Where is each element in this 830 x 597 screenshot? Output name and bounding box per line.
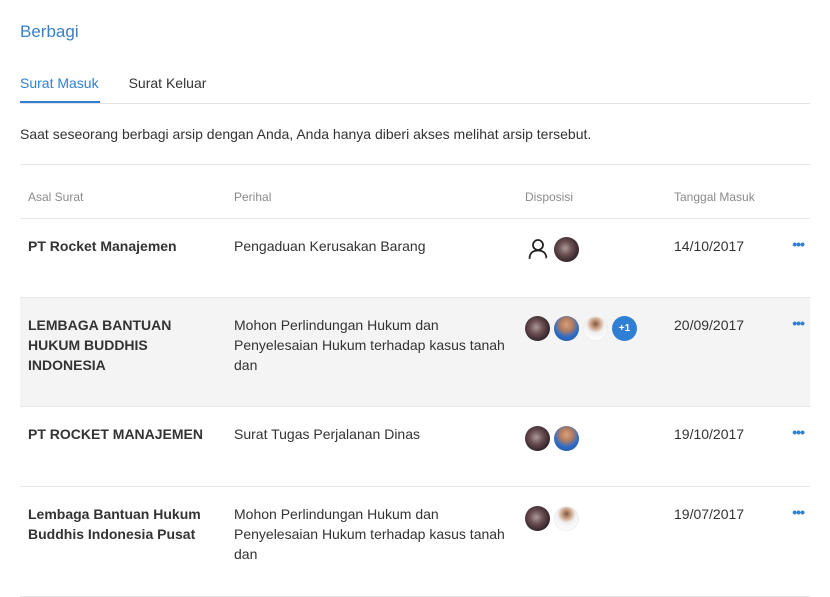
user-avatar[interactable]: [554, 315, 579, 341]
tab-bar: Surat Masuk Surat Keluar: [20, 73, 810, 104]
perihal-cell: Surat Tugas Perjalanan Dinas: [223, 406, 512, 487]
column-header-asal-surat: Asal Surat: [20, 165, 223, 219]
tab-surat-masuk[interactable]: Surat Masuk: [20, 73, 100, 103]
more-options-button[interactable]: •••: [792, 315, 805, 331]
tanggal-masuk-cell: 19/07/2017: [662, 486, 780, 597]
user-avatar[interactable]: [583, 315, 608, 341]
more-users-badge[interactable]: +1: [612, 315, 637, 341]
tanggal-masuk-cell: 19/10/2017: [662, 406, 780, 487]
perihal-cell: Mohon Perlindungan Hukum dan Penyelesaia…: [223, 297, 512, 407]
disposisi-avatars: [525, 425, 662, 451]
disposisi-cell: [512, 486, 662, 597]
table-row[interactable]: PT ROCKET MANAJEMEN Surat Tugas Perjalan…: [20, 406, 810, 487]
table-row[interactable]: Lembaga Bantuan Hukum Buddhis Indonesia …: [20, 486, 810, 597]
disposisi-avatars: [525, 236, 662, 262]
asal-surat-cell: PT ROCKET MANAJEMEN: [20, 406, 223, 487]
user-avatar[interactable]: [525, 425, 550, 451]
perihal-cell: Pengaduan Kerusakan Barang: [223, 218, 512, 298]
letters-table: Asal Surat Perihal Disposisi Tanggal Mas…: [20, 165, 810, 597]
tanggal-masuk-cell: 14/10/2017: [662, 218, 780, 298]
user-avatar[interactable]: [554, 236, 579, 262]
row-actions-cell: •••: [780, 218, 810, 298]
disposisi-cell: [512, 218, 662, 298]
table-header-row: Asal Surat Perihal Disposisi Tanggal Mas…: [20, 165, 810, 219]
table-row[interactable]: PT Rocket Manajemen Pengaduan Kerusakan …: [20, 218, 810, 298]
asal-surat-cell: Lembaga Bantuan Hukum Buddhis Indonesia …: [20, 486, 223, 597]
row-actions-cell: •••: [780, 297, 810, 407]
user-avatar[interactable]: [525, 315, 550, 341]
table-row[interactable]: LEMBAGA BANTUAN HUKUM BUDDHIS INDONESIA …: [20, 297, 810, 407]
page-title: Berbagi: [20, 22, 79, 41]
perihal-cell: Mohon Perlindungan Hukum dan Penyelesaia…: [223, 486, 512, 597]
more-options-button[interactable]: •••: [792, 504, 805, 520]
info-notice: Saat seseorang berbagi arsip dengan Anda…: [20, 104, 810, 165]
person-icon[interactable]: [525, 237, 550, 262]
asal-surat-cell: PT Rocket Manajemen: [20, 218, 223, 298]
tab-surat-keluar[interactable]: Surat Keluar: [129, 73, 207, 100]
disposisi-avatars: [525, 505, 662, 531]
user-avatar[interactable]: [554, 425, 579, 451]
disposisi-cell: +1: [512, 297, 662, 407]
shared-letters-page: Berbagi Surat Masuk Surat Keluar Saat se…: [0, 0, 830, 597]
more-options-button[interactable]: •••: [792, 424, 805, 440]
user-avatar[interactable]: [525, 505, 550, 531]
row-actions-cell: •••: [780, 486, 810, 597]
tanggal-masuk-cell: 20/09/2017: [662, 297, 780, 407]
column-header-tanggal-masuk: Tanggal Masuk: [662, 165, 780, 219]
more-options-button[interactable]: •••: [792, 236, 805, 252]
row-actions-cell: •••: [780, 406, 810, 487]
user-avatar[interactable]: [554, 505, 579, 531]
disposisi-cell: [512, 406, 662, 487]
disposisi-avatars: +1: [525, 315, 662, 341]
column-header-perihal: Perihal: [223, 165, 512, 219]
column-header-disposisi: Disposisi: [512, 165, 662, 219]
column-header-actions: [780, 165, 810, 219]
asal-surat-cell: LEMBAGA BANTUAN HUKUM BUDDHIS INDONESIA: [20, 297, 223, 407]
